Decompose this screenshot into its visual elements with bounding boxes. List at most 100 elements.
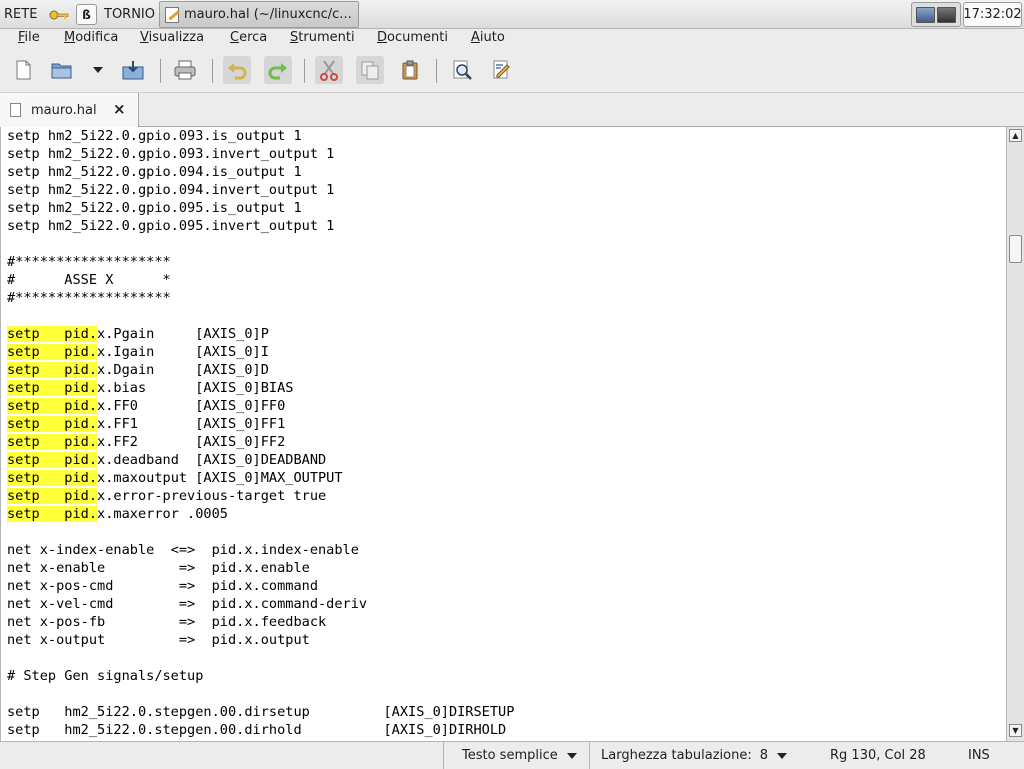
code-line[interactable]: setp pid.x.FF0 [AXIS_0]FF0 [7,397,514,415]
code-line[interactable]: # Step Gen signals/setup [7,667,514,685]
find-icon[interactable] [448,56,476,84]
code-text: x.Igain [AXIS_0]I [97,344,269,360]
code-text: #******************* [7,254,171,270]
search-highlight: setp pid. [7,380,98,396]
taskbar-window-button[interactable]: mauro.hal (~/linuxcnc/c... [159,1,359,28]
system-tray [911,2,961,27]
code-line[interactable] [7,307,514,325]
code-text: setp hm2_5i22.0.gpio.094.is_output 1 [7,164,302,180]
code-text: net x-enable => pid.x.enable [7,560,310,576]
code-line[interactable] [7,235,514,253]
menu-strumenti[interactable]: Strumenti [290,29,355,49]
code-line[interactable]: net x-index-enable <=> pid.x.index-enabl… [7,541,514,559]
language-selector[interactable]: Testo semplice [443,742,589,769]
monitor-icon[interactable] [937,6,956,23]
code-line[interactable]: net x-pos-cmd => pid.x.command [7,577,514,595]
code-text: net x-index-enable <=> pid.x.index-enabl… [7,542,359,558]
code-line[interactable]: setp hm2_5i22.0.stepgen.00.dirsetup [AXI… [7,703,514,721]
code-text: x.Dgain [AXIS_0]D [97,362,269,378]
toolbar-separator [160,59,161,83]
code-text: x.FF1 [AXIS_0]FF1 [97,416,286,432]
clock[interactable]: 17:32:02 [963,2,1022,27]
code-line[interactable]: setp pid.x.deadband [AXIS_0]DEADBAND [7,451,514,469]
code-line[interactable]: setp pid.x.error-previous-target true [7,487,514,505]
copy-icon[interactable] [356,56,384,84]
code-line[interactable]: setp pid.x.Pgain [AXIS_0]P [7,325,514,343]
code-line[interactable]: setp pid.x.FF1 [AXIS_0]FF1 [7,415,514,433]
code-line[interactable]: setp pid.x.Dgain [AXIS_0]D [7,361,514,379]
scrollbar-thumb[interactable] [1009,235,1022,263]
scroll-down-icon[interactable]: ▼ [1009,724,1022,737]
code-line[interactable]: setp hm2_5i22.0.stepgen.00.dirhold [AXIS… [7,721,514,739]
save-icon[interactable] [119,56,147,84]
text-editor-icon [165,6,179,23]
new-document-icon[interactable] [9,56,37,84]
code-line[interactable]: setp pid.x.Igain [AXIS_0]I [7,343,514,361]
code-line[interactable]: setp hm2_5i22.0.gpio.095.is_output 1 [7,199,514,217]
taskbar-window-title: mauro.hal (~/linuxcnc/c... [184,7,352,22]
code-text: setp hm2_5i22.0.gpio.093.is_output 1 [7,128,302,144]
keys-icon[interactable] [49,0,69,29]
search-highlight: setp pid. [7,488,98,504]
code-text: x.error-previous-target true [97,488,327,504]
code-line[interactable]: setp pid.x.bias [AXIS_0]BIAS [7,379,514,397]
code-line[interactable]: setp hm2_5i22.0.gpio.094.is_output 1 [7,163,514,181]
toolbar-separator [436,59,437,83]
code-line[interactable] [7,523,514,541]
open-dropdown-icon[interactable] [88,56,108,84]
code-line[interactable]: net x-pos-fb => pid.x.feedback [7,613,514,631]
scroll-up-icon[interactable]: ▲ [1009,129,1022,142]
network-icon[interactable] [916,6,935,23]
code-line[interactable]: setp pid.x.maxoutput [AXIS_0]MAX_OUTPUT [7,469,514,487]
tornio-launcher-button[interactable]: ß [76,4,97,25]
code-text: net x-output => pid.x.output [7,632,310,648]
menu-visualizza[interactable]: Visualizza [140,29,204,49]
search-highlight: setp pid. [7,506,98,522]
code-line[interactable]: #******************* [7,289,514,307]
paste-icon[interactable] [396,56,424,84]
menu-documenti[interactable]: Documenti [377,29,448,49]
cursor-position: Rg 130, Col 28 [830,748,926,763]
code-line[interactable]: setp hm2_5i22.0.gpio.093.is_output 1 [7,127,514,145]
code-line[interactable]: setp hm2_5i22.0.gpio.095.invert_output 1 [7,217,514,235]
code-line[interactable] [7,685,514,703]
code-text: # Step Gen signals/setup [7,668,204,684]
tab-width-selector[interactable]: Larghezza tabulazione: 8 [589,742,797,769]
redo-icon[interactable] [264,56,292,84]
code-line[interactable]: #******************* [7,253,514,271]
cut-icon[interactable] [315,56,343,84]
text-editor-area[interactable]: setp hm2_5i22.0.gpio.093.is_output 1 setp… [0,127,1006,741]
tab-label: mauro.hal [31,102,97,118]
vertical-scrollbar[interactable]: ▲ ▼ [1006,127,1024,741]
find-replace-icon[interactable] [488,56,516,84]
menu-cerca[interactable]: Cerca [230,29,267,49]
code-line[interactable]: setp pid.x.FF2 [AXIS_0]FF2 [7,433,514,451]
code-line[interactable]: setp hm2_5i22.0.gpio.093.invert_output 1 [7,145,514,163]
code-text: x.FF0 [AXIS_0]FF0 [97,398,286,414]
tab-mauro-hal[interactable]: mauro.hal × [0,93,139,127]
network-label[interactable]: RETE [4,0,37,29]
menu-aiuto[interactable]: Aiuto [471,29,505,49]
menu-bar: File Modifica Visualizza Cerca Strumenti… [0,29,1024,49]
undo-icon[interactable] [223,56,251,84]
language-label: Testo semplice [462,748,558,763]
code-line[interactable] [7,649,514,667]
code-text: #******************* [7,290,171,306]
code-line[interactable]: setp pid.x.maxerror .0005 [7,505,514,523]
code-line[interactable]: net x-vel-cmd => pid.x.command-deriv [7,595,514,613]
menu-modifica[interactable]: Modifica [64,29,118,49]
code-text: # ASSE X * [7,272,171,288]
code-line[interactable]: # ASSE X * [7,271,514,289]
code-line[interactable]: setp hm2_5i22.0.gpio.094.invert_output 1 [7,181,514,199]
code-content[interactable]: setp hm2_5i22.0.gpio.093.is_output 1 setp… [7,127,514,739]
tornio-label[interactable]: TORNIO [104,0,155,29]
code-line[interactable]: net x-output => pid.x.output [7,631,514,649]
close-icon[interactable]: × [113,101,126,117]
code-text: x.Pgain [AXIS_0]P [97,326,269,342]
print-icon[interactable] [171,56,199,84]
menu-file[interactable]: File [18,29,40,49]
chevron-down-icon [776,752,787,759]
code-line[interactable]: net x-enable => pid.x.enable [7,559,514,577]
code-text: setp hm2_5i22.0.gpio.095.invert_output 1 [7,218,335,234]
open-icon[interactable] [48,56,76,84]
